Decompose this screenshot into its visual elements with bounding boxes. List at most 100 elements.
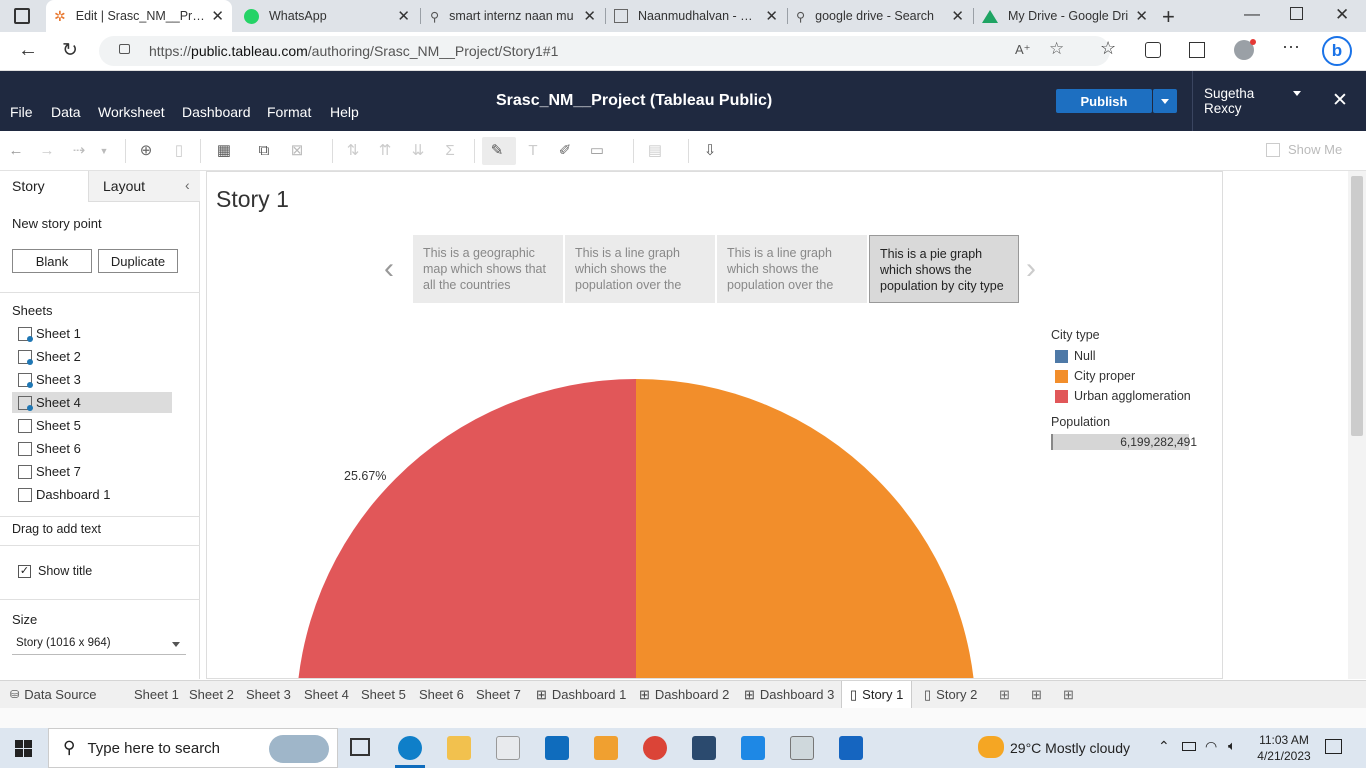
tab-layout[interactable]: Layout ‹: [88, 171, 200, 202]
photos-icon[interactable]: [839, 736, 863, 760]
browser-tab-google-drive-search[interactable]: ⚲ google drive - Search ✕: [788, 0, 972, 32]
sheet-list-item[interactable]: Sheet 2: [12, 346, 172, 367]
clock[interactable]: 11:03 AM 4/21/2023: [1256, 732, 1312, 764]
close-window-icon[interactable]: ✕: [1335, 5, 1349, 25]
mail-icon[interactable]: [545, 736, 569, 760]
tab-sheet-3[interactable]: Sheet 3: [246, 681, 291, 708]
pie-slice-urban-agglomeration[interactable]: [296, 379, 636, 679]
file-explorer-icon[interactable]: [447, 736, 471, 760]
tab-story-1[interactable]: ▯ Story 1: [841, 681, 913, 708]
sheet-list-item[interactable]: Sheet 5: [12, 415, 172, 436]
close-authoring-icon[interactable]: ✕: [1332, 89, 1348, 112]
totals-icon[interactable]: Σ: [441, 142, 459, 160]
show-hidden-icons[interactable]: ⌃: [1158, 738, 1170, 755]
windows-start-icon[interactable]: [15, 740, 32, 757]
legend-item-urban-agglomeration[interactable]: Urban agglomeration: [1051, 386, 1221, 406]
legend-item-null[interactable]: Null: [1051, 346, 1221, 366]
refresh-icon[interactable]: ↻: [62, 39, 78, 62]
mysql-workbench-icon[interactable]: [692, 736, 716, 760]
tab-dashboard-3[interactable]: ⊞ Dashboard 3: [744, 681, 834, 708]
microsoft-store-icon[interactable]: [496, 736, 520, 760]
close-tab-icon[interactable]: ✕: [397, 7, 410, 25]
browser-tab-tableau[interactable]: ✲ Edit | Srasc_NM__Proje ✕: [46, 0, 232, 32]
weather-icon[interactable]: [978, 736, 1004, 758]
duplicate-sheet-icon[interactable]: ⧉: [255, 142, 273, 160]
sheet-list-item[interactable]: Sheet 7: [12, 461, 172, 482]
publish-button[interactable]: Publish: [1056, 89, 1152, 113]
tab-sheet-1[interactable]: Sheet 1: [134, 681, 179, 708]
legend-item-city-proper[interactable]: City proper: [1051, 366, 1221, 386]
tab-story-2[interactable]: ▯ Story 2: [924, 681, 977, 708]
wifi-icon[interactable]: ◠: [1205, 738, 1217, 755]
undo-icon[interactable]: ←: [7, 142, 25, 160]
menu-dashboard[interactable]: Dashboard: [182, 104, 251, 120]
task-view-icon[interactable]: [350, 738, 370, 756]
browser-essentials-icon[interactable]: [1189, 42, 1205, 58]
collections-icon[interactable]: [1145, 42, 1161, 58]
sort-ascending-icon[interactable]: ⇈: [376, 142, 394, 160]
taskbar-search[interactable]: ⚲ Type here to search: [48, 728, 338, 768]
browser-tab-search-smart[interactable]: ⚲ smart internz naan mu ✕: [422, 0, 604, 32]
fit-icon[interactable]: ▭: [588, 142, 606, 160]
clear-sheet-icon[interactable]: ⊠: [288, 142, 306, 160]
bing-chat-icon[interactable]: b: [1322, 36, 1352, 66]
tab-actions-icon[interactable]: [14, 8, 30, 24]
address-bar[interactable]: https://public.tableau.com/authoring/Sra…: [99, 36, 1110, 66]
add-favorite-icon[interactable]: ☆: [1049, 39, 1064, 59]
close-tab-icon[interactable]: ✕: [765, 7, 778, 25]
battery-icon[interactable]: [1182, 742, 1196, 751]
tab-sheet-6[interactable]: Sheet 6: [419, 681, 464, 708]
scrollbar-thumb[interactable]: [1351, 176, 1363, 436]
sheet-list-item[interactable]: Dashboard 1: [12, 484, 172, 505]
swap-icon[interactable]: ⇅: [344, 142, 362, 160]
new-dashboard-icon[interactable]: ⊞: [1031, 681, 1042, 708]
browser-tab-my-drive[interactable]: My Drive - Google Dri ✕: [974, 0, 1156, 32]
show-cards-icon[interactable]: ▤: [646, 142, 664, 160]
publish-dropdown-button[interactable]: [1153, 89, 1177, 113]
text-icon[interactable]: T: [524, 142, 542, 160]
menu-worksheet[interactable]: Worksheet: [98, 104, 165, 120]
close-tab-icon[interactable]: ✕: [211, 7, 224, 25]
sheet-list-item[interactable]: Sheet 6: [12, 438, 172, 459]
menu-data[interactable]: Data: [51, 104, 81, 120]
tab-sheet-2[interactable]: Sheet 2: [189, 681, 234, 708]
new-sheet-icon[interactable]: ▦: [215, 142, 233, 160]
close-tab-icon[interactable]: ✕: [951, 7, 964, 25]
close-tab-icon[interactable]: ✕: [583, 7, 596, 25]
chevron-down-icon[interactable]: ▼: [95, 142, 113, 160]
replay-icon[interactable]: ⇢: [70, 142, 88, 160]
sort-descending-icon[interactable]: ⇊: [409, 142, 427, 160]
format-icon[interactable]: ✐: [556, 142, 574, 160]
user-menu-chevron-icon[interactable]: [1293, 91, 1301, 96]
new-worksheet-icon[interactable]: ⊞: [999, 681, 1010, 708]
collapse-pane-icon[interactable]: ‹: [185, 177, 190, 193]
new-story-icon[interactable]: ⊞: [1063, 681, 1074, 708]
restore-icon[interactable]: [1290, 7, 1303, 20]
more-menu-icon[interactable]: ···: [1282, 36, 1300, 57]
show-me-button[interactable]: Show Me: [1266, 142, 1342, 157]
duplicate-button[interactable]: Duplicate: [98, 249, 178, 273]
highlight-button[interactable]: ✎: [482, 137, 516, 165]
vertical-scrollbar[interactable]: [1348, 171, 1366, 679]
volume-icon[interactable]: 🔈︎: [1228, 738, 1236, 754]
sheet-list-item[interactable]: Sheet 3: [12, 369, 172, 390]
favorites-icon[interactable]: ☆: [1100, 38, 1116, 59]
user-name[interactable]: Sugetha Rexcy: [1204, 86, 1264, 116]
back-icon[interactable]: ←: [18, 39, 38, 62]
paint-icon[interactable]: [790, 736, 814, 760]
tab-dashboard-1[interactable]: ⊞ Dashboard 1: [536, 681, 626, 708]
redo-icon[interactable]: →: [38, 142, 56, 160]
tab-dashboard-2[interactable]: ⊞ Dashboard 2: [639, 681, 729, 708]
sheet-list-item[interactable]: Sheet 4: [12, 392, 172, 413]
browser-tab-naanmudhalvan[interactable]: Naanmudhalvan - Sma ✕: [606, 0, 786, 32]
download-icon[interactable]: ⇩: [701, 142, 719, 160]
new-tab-icon[interactable]: +: [1162, 4, 1175, 30]
notifications-icon[interactable]: [1325, 739, 1342, 754]
sheet-list-item[interactable]: Sheet 1: [12, 323, 172, 344]
browser-tab-whatsapp[interactable]: WhatsApp ✕: [236, 0, 418, 32]
size-select[interactable]: Story (1016 x 964): [12, 633, 186, 655]
edge-app-icon[interactable]: [398, 736, 422, 760]
minimize-icon[interactable]: —: [1244, 6, 1260, 24]
blank-button[interactable]: Blank: [12, 249, 92, 273]
read-aloud-icon[interactable]: A⁺: [1015, 42, 1031, 58]
